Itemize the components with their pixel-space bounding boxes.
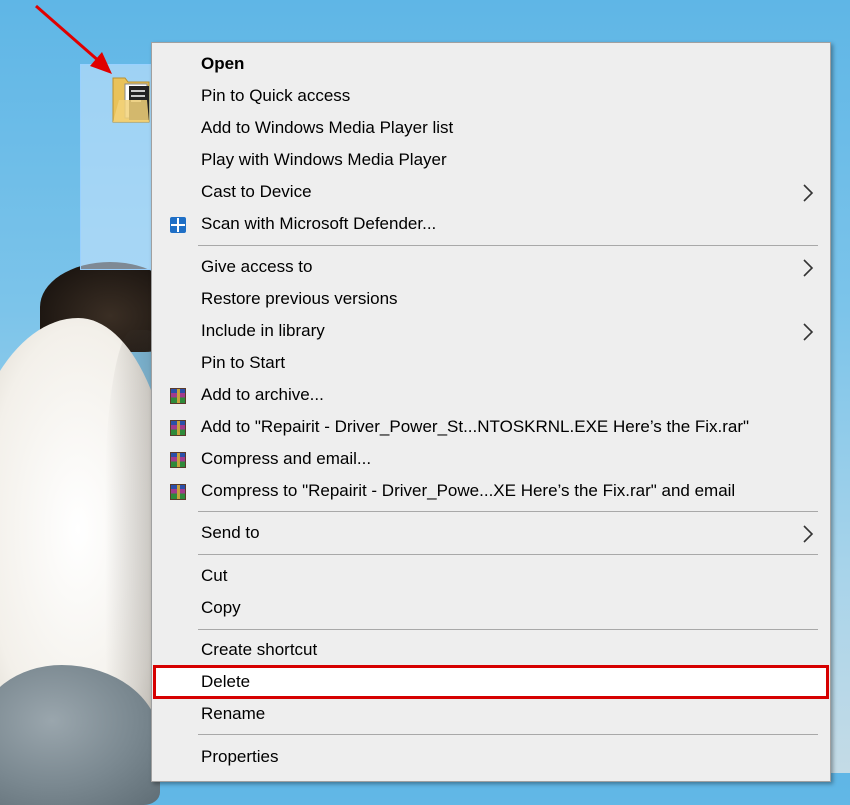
menu-separator	[198, 629, 818, 630]
menu-item-label: Add to Windows Media Player list	[201, 118, 454, 137]
menu-item-compress-email[interactable]: Compress and email...	[152, 444, 830, 476]
chevron-right-icon	[803, 184, 814, 202]
shield-icon	[170, 217, 186, 233]
menu-item-play-wmp[interactable]: Play with Windows Media Player	[152, 145, 830, 177]
winrar-icon	[170, 484, 186, 500]
menu-item-compress-rar-email[interactable]: Compress to "Repairit - Driver_Powe...XE…	[152, 476, 830, 508]
winrar-icon	[170, 388, 186, 404]
menu-item-open[interactable]: Open	[152, 49, 830, 81]
menu-item-cut[interactable]: Cut	[152, 561, 830, 593]
menu-item-copy[interactable]: Copy	[152, 593, 830, 625]
menu-item-label: Compress and email...	[201, 449, 372, 468]
menu-item-label: Copy	[201, 598, 241, 617]
menu-item-label: Scan with Microsoft Defender...	[201, 214, 437, 233]
menu-item-pin-quick-access[interactable]: Pin to Quick access	[152, 81, 830, 113]
menu-item-label: Pin to Start	[201, 353, 286, 372]
red-arrow-icon	[35, 4, 112, 74]
winrar-icon	[170, 452, 186, 468]
menu-item-delete[interactable]: Delete	[152, 667, 830, 699]
chevron-right-icon	[803, 323, 814, 341]
menu-item-label: Compress to "Repairit - Driver_Powe...XE…	[201, 481, 736, 500]
menu-item-label: Include in library	[201, 321, 325, 340]
menu-item-pin-start[interactable]: Pin to Start	[152, 348, 830, 380]
menu-item-label: Send to	[201, 523, 260, 542]
chevron-right-icon	[803, 525, 814, 543]
winrar-icon	[170, 420, 186, 436]
menu-item-label: Create shortcut	[201, 640, 318, 659]
menu-item-create-shortcut[interactable]: Create shortcut	[152, 635, 830, 667]
menu-item-label: Restore previous versions	[201, 289, 398, 308]
menu-item-add-to-rar[interactable]: Add to "Repairit - Driver_Power_St...NTO…	[152, 412, 830, 444]
menu-item-cast-to-device[interactable]: Cast to Device	[152, 177, 830, 209]
menu-item-send-to[interactable]: Send to	[152, 518, 830, 550]
menu-separator	[198, 734, 818, 735]
menu-separator	[198, 245, 818, 246]
menu-item-give-access[interactable]: Give access to	[152, 252, 830, 284]
context-menu: Open Pin to Quick access Add to Windows …	[151, 42, 831, 782]
menu-item-label: Open	[201, 54, 245, 73]
menu-item-scan-defender[interactable]: Scan with Microsoft Defender...	[152, 209, 830, 241]
menu-item-properties[interactable]: Properties	[152, 742, 830, 774]
menu-item-label: Properties	[201, 747, 279, 766]
menu-item-label: Rename	[201, 704, 266, 723]
menu-item-label: Give access to	[201, 257, 313, 276]
menu-separator	[198, 511, 818, 512]
menu-item-label: Delete	[201, 672, 251, 691]
menu-item-label: Add to "Repairit - Driver_Power_St...NTO…	[201, 417, 750, 436]
menu-item-include-library[interactable]: Include in library	[152, 316, 830, 348]
menu-item-label: Cast to Device	[201, 182, 312, 201]
menu-item-add-archive[interactable]: Add to archive...	[152, 380, 830, 412]
menu-item-add-wmp-list[interactable]: Add to Windows Media Player list	[152, 113, 830, 145]
menu-item-label: Pin to Quick access	[201, 86, 351, 105]
chevron-right-icon	[803, 259, 814, 277]
menu-item-label: Cut	[201, 566, 228, 585]
menu-separator	[198, 554, 818, 555]
menu-item-restore-versions[interactable]: Restore previous versions	[152, 284, 830, 316]
menu-item-rename[interactable]: Rename	[152, 699, 830, 731]
menu-item-label: Add to archive...	[201, 385, 324, 404]
menu-item-label: Play with Windows Media Player	[201, 150, 447, 169]
